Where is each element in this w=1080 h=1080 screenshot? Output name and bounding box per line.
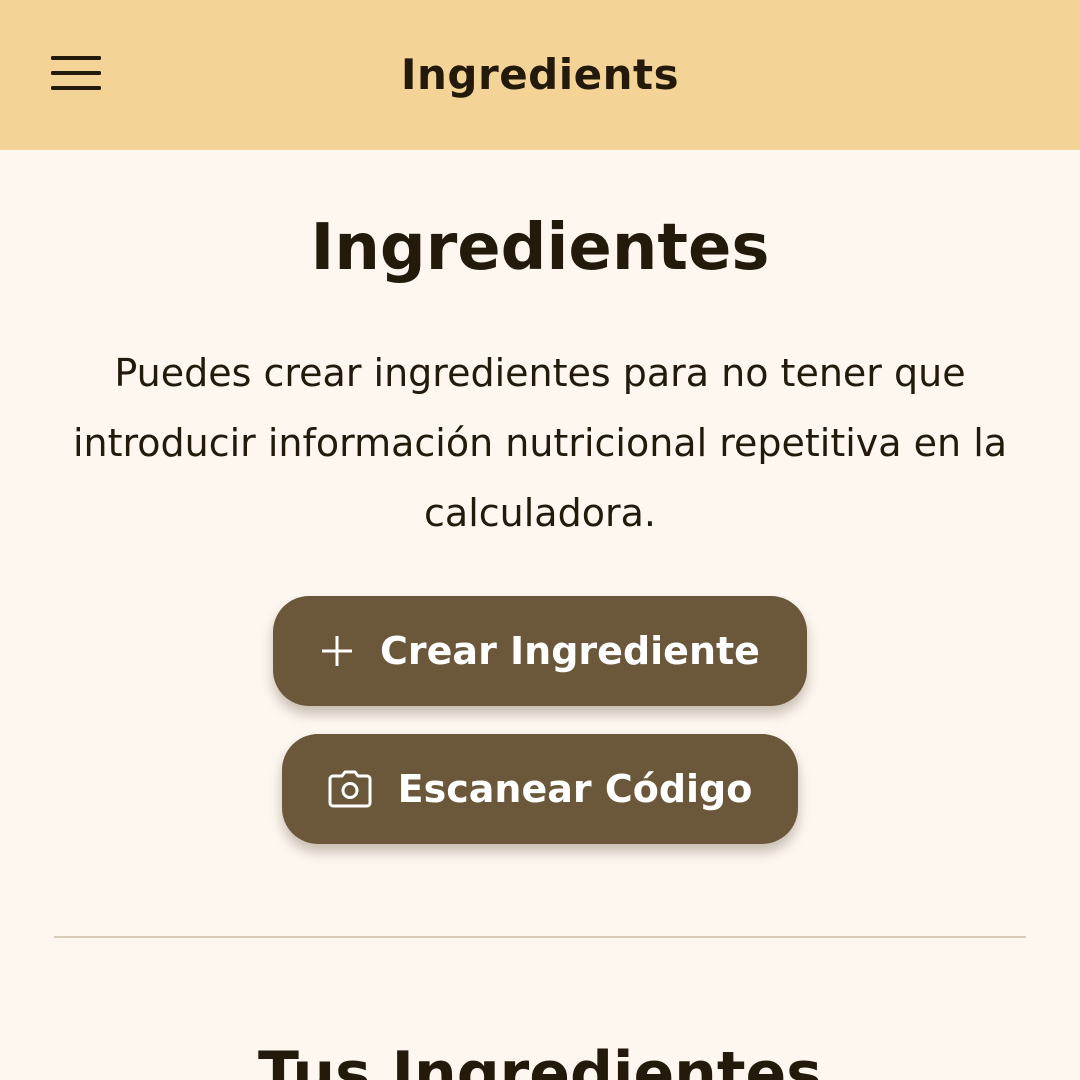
your-ingredients-heading: Tus Ingredientes — [258, 1039, 822, 1080]
camera-icon — [328, 770, 372, 808]
main-content[interactable]: Ingredientes Puedes crear ingredientes p… — [0, 150, 1080, 1080]
page-description: Puedes crear ingredientes para no tener … — [72, 351, 1008, 535]
section-divider — [54, 936, 1026, 938]
plus-icon — [320, 634, 354, 668]
app-bar: Ingredients — [0, 0, 1080, 150]
create-ingredient-button[interactable]: Crear Ingrediente — [273, 596, 807, 706]
page-title: Ingredientes — [310, 211, 770, 285]
scan-code-button[interactable]: Escanear Código — [282, 734, 798, 844]
app-bar-title: Ingredients — [400, 50, 680, 99]
create-ingredient-label: Crear Ingrediente — [380, 629, 760, 673]
scan-code-label: Escanear Código — [397, 767, 753, 811]
